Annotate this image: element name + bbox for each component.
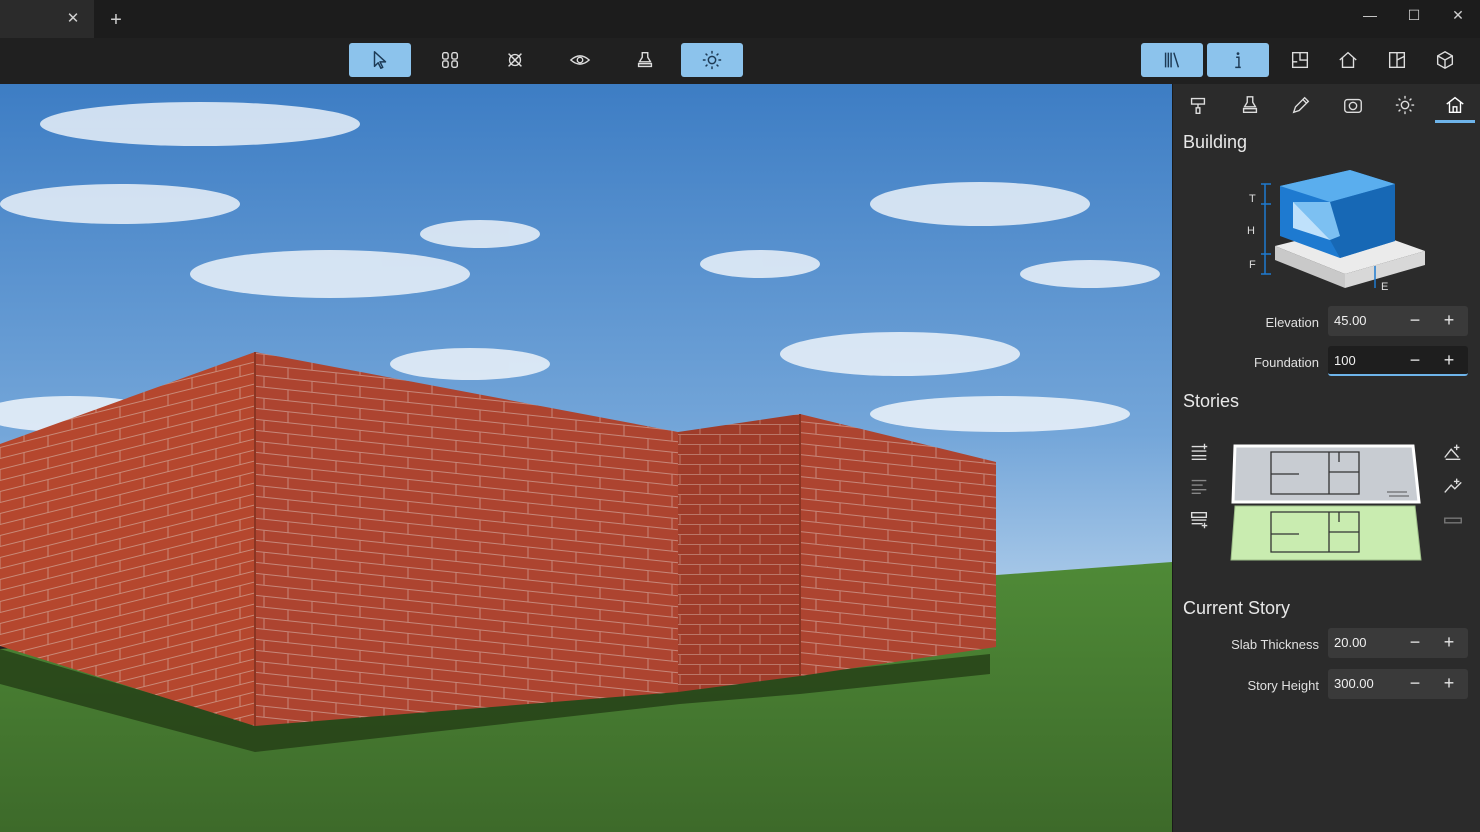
tab-stamp[interactable] [1230, 90, 1270, 120]
foundation-input[interactable] [1334, 346, 1402, 374]
terrain-icon [1444, 478, 1462, 493]
stamp-icon [637, 51, 653, 68]
panel-tabs [1173, 84, 1480, 124]
elevation-input[interactable] [1334, 306, 1402, 334]
diagram-label-e: E [1381, 281, 1388, 293]
diagram-label-h: H [1247, 225, 1255, 237]
elevation-decrement-button[interactable]: − [1398, 306, 1432, 334]
foundation-field[interactable]: − + [1328, 346, 1468, 376]
view-3d-icon [1436, 50, 1454, 70]
add-story-above-button[interactable] [1187, 440, 1211, 464]
building-icon [1446, 96, 1464, 114]
slab-thickness-decrement-button[interactable]: − [1398, 628, 1432, 656]
info-icon [1235, 52, 1241, 69]
walls-tool-icon [441, 51, 459, 69]
story-settings-icon [1191, 479, 1207, 495]
new-tab-icon[interactable]: + [106, 10, 126, 30]
split-view-icon [1388, 51, 1406, 69]
elevation-field[interactable]: − + [1328, 306, 1468, 336]
diagram-label-t: T [1249, 193, 1256, 205]
story-height-input[interactable] [1334, 669, 1402, 697]
tab-paint[interactable] [1178, 90, 1218, 120]
info-button[interactable] [1207, 43, 1269, 77]
title-bar: ✕ + — ☐ ✕ [0, 0, 1480, 38]
story-height-decrement-button[interactable]: − [1398, 669, 1432, 697]
slab-thickness-label: Slab Thickness [1231, 637, 1319, 652]
tab-camera[interactable] [1333, 90, 1373, 120]
diagram-label-f: F [1249, 259, 1256, 271]
add-terrain-button[interactable] [1441, 474, 1465, 498]
story-height-field[interactable]: − + [1328, 669, 1468, 699]
elevation-label: Elevation [1265, 315, 1319, 330]
wall-inner-face[interactable] [678, 414, 800, 692]
foundation-decrement-button[interactable]: − [1398, 346, 1432, 374]
foundation-label: Foundation [1253, 355, 1319, 370]
house-icon [1339, 51, 1357, 69]
tools-icon [508, 53, 522, 67]
stories-diagram[interactable] [1229, 442, 1423, 566]
view-3d-button[interactable] [1414, 43, 1476, 77]
paint-icon [1190, 97, 1206, 114]
slab-thickness-field[interactable]: − + [1328, 628, 1468, 658]
tools-button[interactable] [484, 43, 546, 77]
library-button[interactable] [1141, 43, 1203, 77]
sun-icon [1395, 95, 1415, 115]
sun-icon [702, 50, 722, 70]
tab-pencil[interactable] [1281, 90, 1321, 120]
foundation-increment-button[interactable]: + [1432, 346, 1466, 374]
camera-icon [1344, 98, 1362, 114]
elevation-increment-button[interactable]: + [1432, 306, 1466, 334]
building-title: Building [1183, 132, 1248, 152]
close-window-button[interactable]: ✕ [1436, 0, 1480, 30]
properties-panel: Building T H F E Elevation − + Foundatio… [1172, 84, 1480, 832]
3d-scene[interactable] [0, 84, 1172, 832]
sun-button[interactable] [681, 43, 743, 77]
3d-viewport[interactable] [0, 84, 1172, 832]
eye-icon [569, 55, 591, 65]
plan-2d-icon [1291, 51, 1309, 69]
slab-thickness-increment-button[interactable]: + [1432, 628, 1466, 656]
main-toolbar [0, 38, 1480, 84]
visibility-button[interactable] [549, 43, 611, 77]
slab-thickness-input[interactable] [1334, 628, 1402, 656]
document-tab[interactable]: ✕ [0, 0, 94, 38]
story-height-increment-button[interactable]: + [1432, 669, 1466, 697]
story-height-label: Story Height [1247, 678, 1319, 693]
story-settings-button[interactable] [1187, 474, 1211, 498]
maximize-button[interactable]: ☐ [1392, 0, 1436, 30]
slab-icon [1444, 517, 1462, 524]
tab-close-icon[interactable]: ✕ [64, 10, 82, 28]
add-roof-button[interactable] [1441, 440, 1465, 464]
slab-button[interactable] [1441, 508, 1465, 532]
library-icon [1164, 52, 1180, 68]
add-story-below-icon [1190, 511, 1208, 529]
pencil-icon [1292, 96, 1310, 114]
minimize-button[interactable]: — [1348, 0, 1392, 30]
add-story-above-icon [1191, 443, 1208, 461]
walls-tool-button[interactable] [419, 43, 481, 77]
building-diagram: T H F E [1247, 170, 1425, 293]
stories-title: Stories [1183, 391, 1240, 411]
stamp-icon [1242, 96, 1258, 114]
select-tool-icon [373, 51, 387, 69]
add-story-below-button[interactable] [1187, 508, 1211, 532]
select-tool-button[interactable] [349, 43, 411, 77]
tab-sun[interactable] [1385, 90, 1425, 120]
current-story-title: Current Story [1183, 598, 1291, 618]
tab-building[interactable] [1435, 90, 1475, 120]
stamp-button[interactable] [614, 43, 676, 77]
roof-icon [1444, 444, 1461, 461]
active-tab-indicator [1435, 120, 1475, 123]
